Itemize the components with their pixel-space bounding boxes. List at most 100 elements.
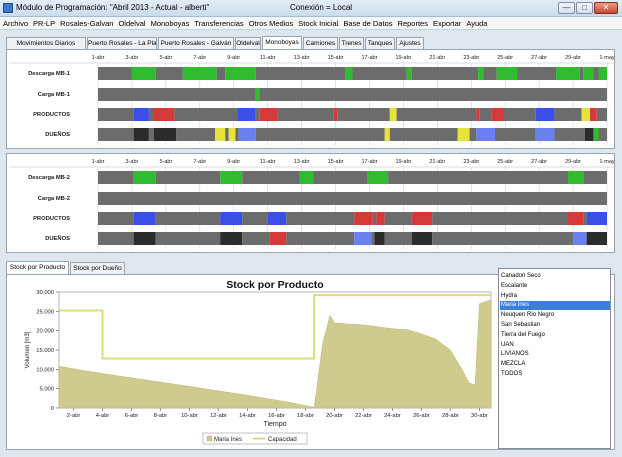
gantt-segment[interactable]: [98, 108, 134, 121]
gantt-segment[interactable]: [371, 232, 375, 245]
gantt-segment[interactable]: [598, 67, 607, 80]
gantt-segment[interactable]: [596, 108, 607, 121]
menu-stock-inicial[interactable]: Stock Inicial: [295, 17, 340, 28]
gantt-segment[interactable]: [267, 212, 287, 225]
gantt-segment[interactable]: [483, 67, 497, 80]
gantt-segment[interactable]: [411, 232, 433, 245]
gantt-segment[interactable]: [495, 128, 536, 141]
tab-puerto-rosales-la-plata[interactable]: Puerto Rosales - La Plata: [87, 37, 157, 49]
gantt-segment[interactable]: [133, 171, 156, 184]
list-item[interactable]: San Sebastian: [500, 321, 610, 330]
gantt-segment[interactable]: [396, 108, 477, 121]
menu-reportes[interactable]: Reportes: [395, 17, 430, 28]
gantt-segment[interactable]: [148, 108, 154, 121]
gantt-segment[interactable]: [98, 232, 134, 245]
maximize-button[interactable]: □: [576, 2, 593, 14]
gantt-segment[interactable]: [259, 88, 607, 101]
gantt-segment[interactable]: [148, 128, 154, 141]
gantt-segment[interactable]: [411, 212, 433, 225]
gantt-segment[interactable]: [255, 108, 260, 121]
gantt-segment[interactable]: [333, 108, 338, 121]
gantt-segment[interactable]: [476, 128, 496, 141]
list-item[interactable]: TODOS: [500, 370, 610, 379]
gantt-segment[interactable]: [153, 108, 175, 121]
menu-base-de-datos[interactable]: Base de Datos: [340, 17, 394, 28]
gantt-segment[interactable]: [496, 67, 518, 80]
tab-tanques[interactable]: Tanques: [365, 37, 395, 49]
gantt-segment[interactable]: [573, 232, 587, 245]
gantt-segment[interactable]: [225, 128, 229, 141]
gantt-segment[interactable]: [354, 232, 372, 245]
gantt-segment[interactable]: [598, 128, 607, 141]
gantt-segment[interactable]: [354, 212, 373, 225]
gantt-segment[interactable]: [98, 171, 134, 184]
gantt-segment[interactable]: [535, 128, 555, 141]
tab-stock-por-dueno[interactable]: Stock por Dueño: [70, 262, 125, 274]
gantt-segment[interactable]: [384, 232, 412, 245]
gantt-segment[interactable]: [98, 192, 607, 205]
gantt-segment[interactable]: [225, 67, 256, 80]
gantt-segment[interactable]: [491, 108, 504, 121]
gantt-segment[interactable]: [238, 128, 256, 141]
gantt-segment[interactable]: [133, 232, 156, 245]
gantt-segment[interactable]: [337, 108, 390, 121]
menu-otros-medios[interactable]: Otros Medios: [246, 17, 296, 28]
gantt-segment[interactable]: [384, 128, 390, 141]
menu-exportar[interactable]: Exportar: [430, 17, 463, 28]
gantt-segment[interactable]: [469, 128, 477, 141]
gantt-segment[interactable]: [286, 212, 355, 225]
gantt-segment[interactable]: [176, 128, 216, 141]
list-item[interactable]: Canadon Seco: [500, 272, 610, 281]
gantt-segment[interactable]: [479, 108, 492, 121]
gantt-segment[interactable]: [478, 67, 484, 80]
list-item[interactable]: LIVIANOS: [500, 350, 610, 359]
gantt-segment[interactable]: [133, 128, 149, 141]
gantt-segment[interactable]: [586, 232, 607, 245]
menu-rosales-galvan[interactable]: Rosales-Galvan: [57, 17, 115, 28]
gantt-segment[interactable]: [155, 212, 221, 225]
gantt-segment[interactable]: [583, 212, 587, 225]
gantt-segment[interactable]: [583, 67, 594, 80]
gantt-segment[interactable]: [174, 108, 238, 121]
gantt-segment[interactable]: [269, 232, 287, 245]
list-item[interactable]: Escalante: [500, 282, 610, 291]
gantt-segment[interactable]: [155, 171, 221, 184]
gantt-segment[interactable]: [131, 67, 156, 80]
gantt-segment[interactable]: [237, 108, 256, 121]
gantt-segment[interactable]: [567, 171, 584, 184]
menu-oldelval[interactable]: Oldelval: [115, 17, 147, 28]
gantt-segment[interactable]: [367, 171, 389, 184]
gantt-segment[interactable]: [503, 108, 536, 121]
gantt-segment[interactable]: [216, 67, 226, 80]
gantt-segment[interactable]: [374, 232, 385, 245]
tab-stock-por-producto[interactable]: Stock por Producto: [6, 261, 69, 274]
gantt-segment[interactable]: [242, 232, 270, 245]
product-list[interactable]: Canadon Seco Escalante Hydra Maria Ines Neuq…: [498, 268, 611, 449]
gantt-segment[interactable]: [372, 212, 377, 225]
list-item[interactable]: Maria Ines: [500, 301, 610, 311]
tab-camiones[interactable]: Camiones: [303, 37, 338, 49]
gantt-segment[interactable]: [554, 108, 582, 121]
tab-oldelval[interactable]: Oldelval: [235, 37, 261, 49]
gantt-segment[interactable]: [554, 128, 585, 141]
list-item[interactable]: Hydra: [500, 292, 610, 301]
gantt-segment[interactable]: [517, 67, 557, 80]
gantt-segment[interactable]: [98, 88, 256, 101]
close-button[interactable]: ✕: [594, 2, 618, 14]
gantt-segment[interactable]: [277, 108, 334, 121]
gantt-segment[interactable]: [299, 171, 314, 184]
gantt-segment[interactable]: [584, 128, 594, 141]
gantt-segment[interactable]: [215, 128, 226, 141]
gantt-segment[interactable]: [411, 67, 479, 80]
gantt-segment[interactable]: [476, 108, 480, 121]
gantt-segment[interactable]: [255, 67, 346, 80]
gantt-segment[interactable]: [345, 67, 353, 80]
gantt-segment[interactable]: [581, 108, 591, 121]
gantt-segment[interactable]: [155, 232, 221, 245]
gantt-segment[interactable]: [593, 128, 599, 141]
gantt-segment[interactable]: [590, 108, 597, 121]
gantt-segment[interactable]: [98, 67, 132, 80]
menu-transferencias[interactable]: Transferencias: [191, 17, 245, 28]
list-item[interactable]: Tierra del Fuego: [500, 331, 610, 340]
gantt-segment[interactable]: [153, 128, 177, 141]
